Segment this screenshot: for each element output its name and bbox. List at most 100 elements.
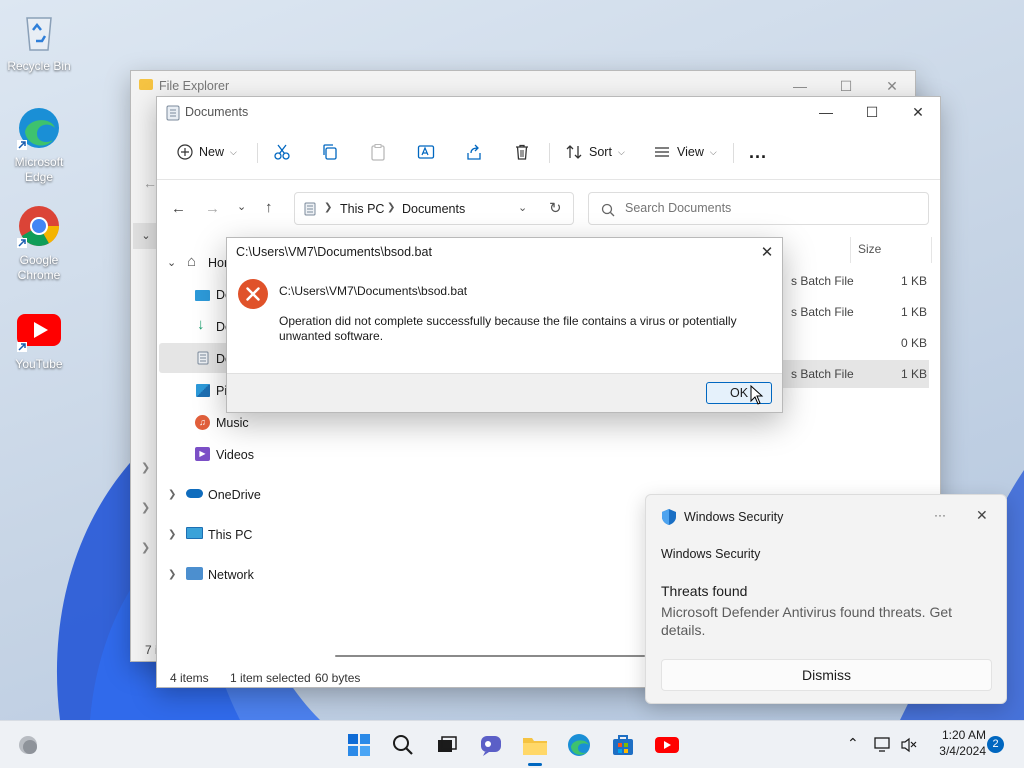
pictures-icon	[196, 384, 210, 397]
expand-chevron-icon[interactable]: ❯	[168, 529, 176, 540]
taskbar-file-explorer-button[interactable]	[518, 721, 552, 768]
file-size: 1 KB	[901, 274, 928, 288]
taskbar: ⌃ 1:20 AM 3/4/2024 2	[0, 720, 1024, 768]
refresh-icon[interactable]: ↻	[549, 199, 562, 217]
expand-chevron-icon[interactable]: ❯	[168, 569, 176, 580]
new-button[interactable]: New ⌵	[177, 137, 237, 167]
copy-button[interactable]	[321, 137, 339, 167]
toast-close-button[interactable]: ✕	[976, 507, 988, 524]
search-box[interactable]	[588, 192, 929, 225]
weather-icon	[19, 736, 37, 754]
toolbar-divider	[549, 143, 550, 163]
back-arrow-icon[interactable]: ←	[171, 200, 186, 217]
share-button[interactable]	[465, 137, 483, 167]
dismiss-button-label: Dismiss	[802, 667, 851, 683]
nav-item-onedrive[interactable]: OneDrive	[208, 488, 261, 502]
show-hidden-icons-chevron-icon[interactable]: ⌃	[847, 735, 859, 752]
view-button[interactable]: View ⌵	[653, 137, 717, 167]
expand-chevron-icon[interactable]: ❯	[141, 501, 150, 514]
recent-chevron-icon[interactable]: ⌄	[237, 200, 246, 213]
edge-icon	[17, 108, 59, 150]
toast-more-button[interactable]: ···	[934, 508, 946, 522]
share-icon	[467, 144, 481, 160]
chrome-icon	[17, 206, 59, 248]
chevron-down-icon: ⌵	[230, 146, 237, 157]
horizontal-scrollbar[interactable]	[335, 655, 645, 657]
toast-body: Microsoft Defender Antivirus found threa…	[661, 604, 953, 638]
taskbar-edge-button[interactable]	[562, 721, 596, 768]
error-dialog[interactable]: C:\Users\VM7\Documents\bsod.bat ✕ C:\Use…	[226, 237, 783, 413]
maximize-button[interactable]: ☐	[849, 97, 895, 127]
address-history-chevron-icon[interactable]: ⌄	[518, 201, 527, 214]
desktop-icon-youtube[interactable]: YouTube	[4, 306, 74, 372]
nav-item-videos[interactable]: Videos	[216, 448, 254, 462]
expand-chevron-icon[interactable]: ⌄	[167, 256, 176, 269]
breadcrumb-this-pc[interactable]: This PC	[340, 202, 384, 216]
task-view-button[interactable]	[430, 721, 464, 768]
desktop-icon-chrome[interactable]: Google Chrome	[4, 202, 74, 283]
delete-button[interactable]	[513, 137, 531, 167]
rename-icon	[417, 145, 435, 159]
desktop-folder-icon	[195, 290, 210, 301]
address-bar[interactable]: ❯ This PC ❯ Documents ⌄ ↻	[294, 192, 574, 225]
up-arrow-icon[interactable]: ↑	[265, 199, 273, 216]
network-status-icon[interactable]	[874, 736, 892, 754]
column-header-size[interactable]: Size	[858, 242, 881, 256]
toolbar-separator	[157, 179, 940, 180]
expand-chevron-icon[interactable]: ❯	[168, 489, 176, 500]
this-pc-icon	[186, 527, 203, 539]
dialog-heading: C:\Users\VM7\Documents\bsod.bat	[279, 284, 468, 298]
new-button-label: New	[199, 145, 225, 159]
nav-item-network[interactable]: Network	[208, 568, 254, 582]
toolbar-divider	[257, 143, 258, 163]
teams-chat-button[interactable]	[474, 721, 508, 768]
volume-muted-icon[interactable]	[900, 736, 918, 754]
clock[interactable]: 1:20 AM 3/4/2024	[924, 727, 986, 759]
dismiss-button[interactable]: Dismiss	[661, 659, 992, 691]
column-separator	[850, 237, 851, 263]
breadcrumb-chevron-icon: ❯	[387, 202, 396, 213]
breadcrumb-documents[interactable]: Documents	[402, 202, 465, 216]
search-input[interactable]	[625, 201, 915, 215]
music-icon: ♫	[195, 415, 210, 430]
forward-arrow-icon[interactable]: →	[205, 200, 220, 217]
chevron-down-icon: ⌵	[617, 146, 625, 157]
security-toast[interactable]: Windows Security ··· ✕ Windows Security …	[645, 494, 1007, 704]
nav-item-music[interactable]: Music	[216, 416, 249, 430]
expand-chevron-icon[interactable]: ❯	[141, 541, 150, 554]
notification-badge[interactable]: 2	[987, 736, 1004, 753]
expand-chevron-icon[interactable]: ❯	[141, 461, 150, 474]
videos-icon: ▶	[195, 447, 210, 461]
cut-button[interactable]	[273, 137, 291, 167]
plus-circle-icon	[177, 144, 193, 160]
desktop-icon-edge[interactable]: Microsoft Edge	[4, 104, 74, 185]
dialog-close-button[interactable]: ✕	[754, 241, 780, 265]
taskbar-search-button[interactable]	[386, 721, 420, 768]
start-button[interactable]	[342, 721, 376, 768]
network-icon	[186, 567, 203, 580]
mouse-cursor-icon	[750, 385, 764, 405]
dialog-title: C:\Users\VM7\Documents\bsod.bat	[236, 245, 432, 259]
more-options-button[interactable]: ...	[749, 137, 767, 167]
close-button[interactable]: ✕	[895, 97, 941, 127]
trash-icon	[516, 144, 528, 160]
scissors-icon	[274, 144, 290, 160]
desktop-icon-recycle-bin[interactable]: Recycle Bin	[4, 8, 74, 74]
minimize-button[interactable]: —	[803, 97, 849, 127]
widgets-button[interactable]	[12, 721, 44, 768]
taskbar-store-button[interactable]	[606, 721, 640, 768]
desktop-icon-label: Recycle Bin	[7, 59, 71, 73]
column-separator	[931, 237, 932, 263]
desktop-icon-label: Microsoft Edge	[14, 155, 64, 184]
nav-item-this-pc[interactable]: This PC	[208, 528, 252, 542]
status-selected-count: 1 item selected	[230, 671, 311, 685]
paste-button[interactable]	[369, 137, 387, 167]
file-type: s Batch File	[791, 367, 854, 381]
sort-button[interactable]: Sort ⌵	[565, 137, 625, 167]
taskbar-youtube-button[interactable]	[650, 721, 684, 768]
toast-app-name: Windows Security	[684, 510, 784, 524]
document-icon	[166, 105, 180, 121]
shield-icon	[662, 509, 676, 525]
clock-date: 3/4/2024	[939, 744, 986, 758]
rename-button[interactable]	[417, 137, 435, 167]
